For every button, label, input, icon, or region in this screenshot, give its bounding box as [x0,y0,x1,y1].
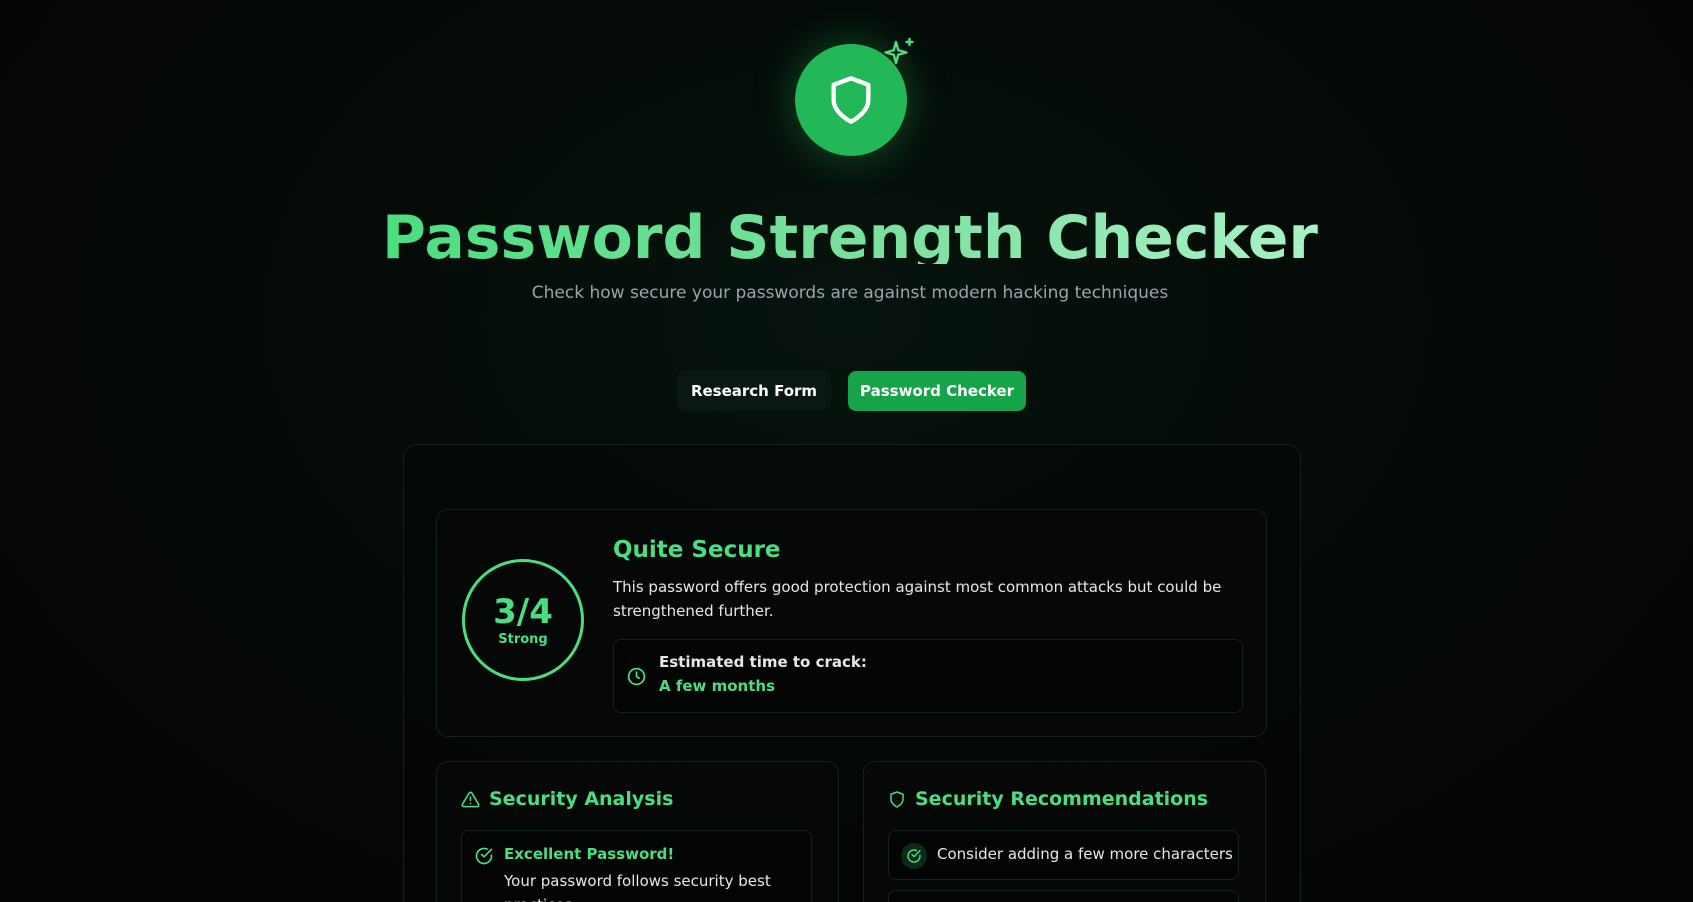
security-recommendations-panel: Security Recommendations Consider adding… [863,761,1266,902]
tab-bar: Research Form Password Checker [677,371,1026,411]
crack-time-box: Estimated time to crack: A few months [613,639,1243,713]
recommendation-item-text: Consider adding a few more characters [937,845,1233,863]
score-label: Strong [498,631,548,647]
analysis-item: Excellent Password! Your password follow… [461,830,812,902]
shield-icon [890,790,904,808]
page-title: Password Strength Checker [0,194,1693,264]
clock-icon [627,667,646,686]
strength-description: This password offers good protection aga… [613,578,1222,620]
score-value: 3/4 [493,591,553,632]
shield-icon [831,76,871,124]
analysis-item-heading: Excellent Password! [504,845,675,863]
tab-research-form[interactable]: Research Form [677,371,831,411]
analysis-item-text: Your password follows security best prac… [504,872,771,902]
score-ring: 3/4 Strong [462,559,584,681]
crack-time-value: A few months [659,677,776,695]
page-subtitle: Check how secure your passwords are agai… [531,283,1169,303]
check-circle-icon [475,847,493,865]
security-analysis-header: Security Analysis [461,788,673,810]
strength-result-card: 3/4 Strong Quite Secure This password of… [436,509,1267,737]
sparkle-icon [884,37,914,65]
security-recommendations-title: Security Recommendations [915,788,1209,810]
crack-time-label: Estimated time to crack: [659,653,867,671]
security-analysis-title: Security Analysis [489,788,674,810]
recommendation-item [888,890,1239,902]
warning-triangle-icon [461,791,480,807]
tab-password-checker[interactable]: Password Checker [848,371,1026,411]
app-logo [795,37,914,156]
recommendation-item: Consider adding a few more characters [888,830,1239,880]
security-recommendations-header: Security Recommendations [888,788,1208,810]
check-circle-icon [907,849,921,863]
strength-title: Quite Secure [613,537,781,563]
check-badge [901,843,927,869]
security-analysis-panel: Security Analysis Excellent Password! Yo… [436,761,839,902]
